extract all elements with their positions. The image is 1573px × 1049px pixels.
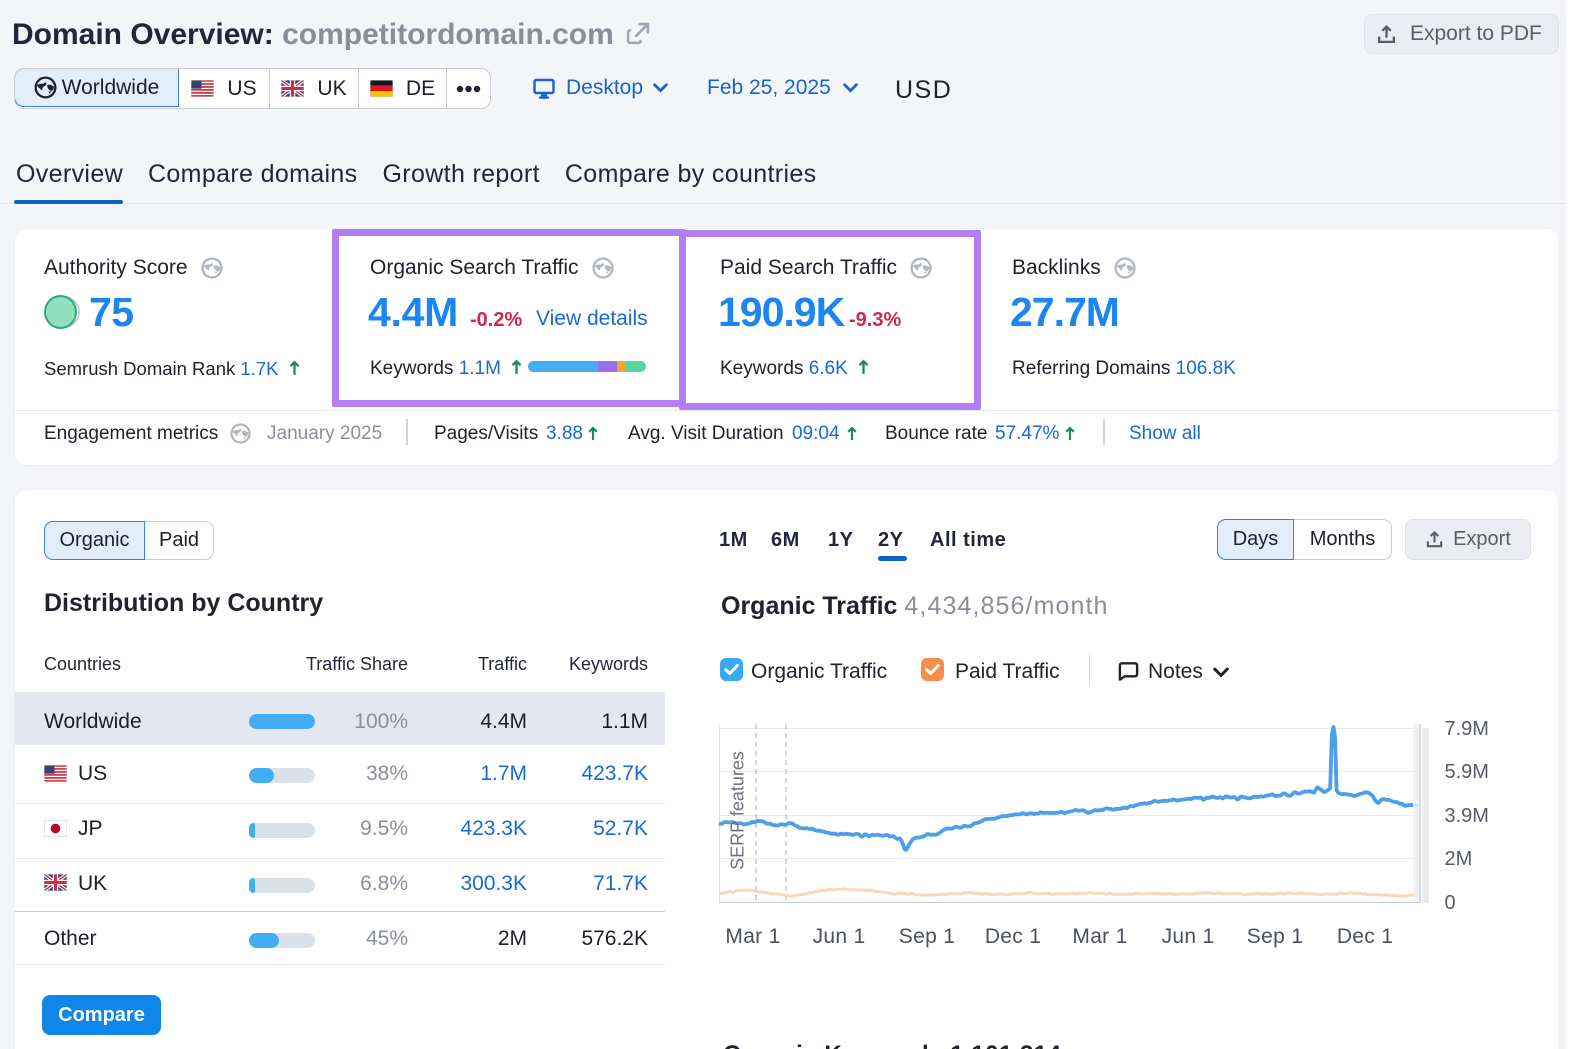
svg-text:2M: 2M — [1445, 848, 1473, 870]
svg-text:Sep 1: Sep 1 — [899, 925, 955, 948]
svg-text:Jun 1: Jun 1 — [1162, 925, 1215, 948]
svg-text:0: 0 — [1445, 892, 1456, 914]
svg-text:Mar 1: Mar 1 — [1072, 925, 1127, 948]
svg-text:5.9M: 5.9M — [1445, 761, 1489, 783]
svg-text:7.9M: 7.9M — [1445, 718, 1489, 740]
svg-text:Sep 1: Sep 1 — [1247, 925, 1303, 948]
svg-text:3.9M: 3.9M — [1445, 805, 1489, 827]
svg-text:Jun 1: Jun 1 — [813, 925, 866, 948]
svg-text:Dec 1: Dec 1 — [985, 925, 1041, 948]
svg-text:Mar 1: Mar 1 — [725, 925, 780, 948]
svg-text:Dec 1: Dec 1 — [1337, 925, 1393, 948]
